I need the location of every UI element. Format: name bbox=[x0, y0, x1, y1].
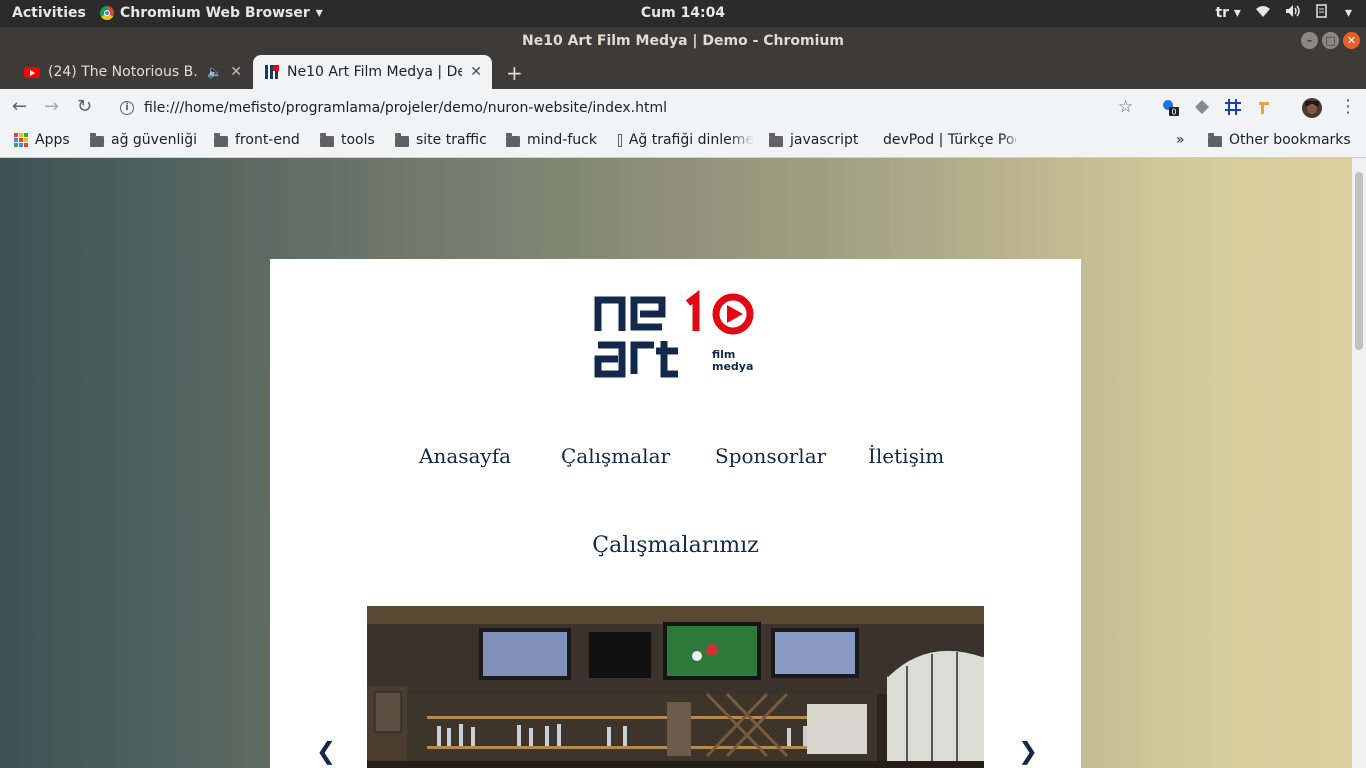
chevron-down-icon: ▾ bbox=[1344, 5, 1352, 21]
speaker-icon[interactable]: 🔈 bbox=[207, 65, 222, 79]
volume-icon bbox=[1285, 4, 1301, 22]
nav-iletisim[interactable]: İletişim bbox=[868, 444, 944, 468]
bookmark-folder-javascript[interactable]: javascript bbox=[769, 132, 858, 148]
apps-grid-icon bbox=[14, 133, 28, 147]
bookmarks-overflow-button[interactable]: » bbox=[1176, 132, 1185, 148]
window-title: Ne10 Art Film Medya | Demo - Chromium bbox=[522, 33, 844, 49]
system-menu-icon bbox=[1315, 4, 1331, 22]
close-tab-button[interactable]: ✕ bbox=[470, 64, 482, 80]
address-bar[interactable]: i file:///home/mefisto/programlama/proje… bbox=[108, 92, 1148, 123]
chevron-down-icon: ▾ bbox=[315, 5, 323, 21]
clock[interactable]: Cum 14:04 bbox=[641, 5, 725, 21]
ne10-logo[interactable]: film medya bbox=[592, 289, 762, 381]
bookmark-label: devPod | Türkçe Pod bbox=[883, 132, 1016, 148]
folder-icon bbox=[395, 132, 409, 147]
browser-toolbar: ← → ↻ i file:///home/mefisto/programlama… bbox=[0, 89, 1366, 126]
bookmark-label: tools bbox=[341, 132, 375, 148]
back-arrow-icon[interactable]: ← bbox=[12, 96, 27, 117]
bookmark-label: Other bookmarks bbox=[1229, 132, 1351, 148]
bookmark-folder-site-traffic[interactable]: site traffic bbox=[395, 132, 487, 148]
section-title: Çalışmalarımız bbox=[592, 533, 759, 558]
window-controls: – □ ✕ bbox=[1301, 32, 1360, 49]
bookmark-label: front-end bbox=[235, 132, 300, 148]
system-tray[interactable]: tr ▾ ▾ bbox=[1215, 4, 1352, 22]
page-icon bbox=[618, 133, 622, 147]
bookmark-star-icon[interactable]: ☆ bbox=[1118, 97, 1133, 117]
layers-extension-icon[interactable] bbox=[1193, 98, 1211, 116]
maximize-button[interactable]: □ bbox=[1322, 32, 1339, 49]
minimize-button[interactable]: – bbox=[1301, 32, 1318, 49]
bookmark-ag-trafigi[interactable]: Ağ trafiği dinleme bbox=[618, 132, 754, 148]
gnome-top-bar: Activities Chromium Web Browser ▾ Cum 14… bbox=[0, 0, 1366, 27]
app-menu[interactable]: Chromium Web Browser ▾ bbox=[100, 5, 323, 21]
bookmark-label: mind-fuck bbox=[527, 132, 597, 148]
bookmark-folder-front-end[interactable]: front-end bbox=[214, 132, 300, 148]
grid-extension-icon[interactable] bbox=[1224, 98, 1242, 116]
bookmark-label: Apps bbox=[35, 132, 70, 148]
nav-calismalar[interactable]: Çalışmalar bbox=[561, 444, 670, 468]
extension-badge-icon[interactable]: 0 bbox=[1161, 98, 1179, 117]
logo-sub-medya: medya bbox=[712, 360, 753, 373]
chromium-icon bbox=[100, 6, 114, 20]
folder-icon bbox=[90, 132, 104, 147]
tool-extension-icon[interactable] bbox=[1256, 98, 1274, 116]
bookmark-apps[interactable]: Apps bbox=[14, 132, 70, 148]
tab-label: (24) The Notorious B.I.G. bbox=[48, 64, 199, 80]
close-window-button[interactable]: ✕ bbox=[1343, 32, 1360, 49]
tab-ne10[interactable]: Ne10 Art Film Medya | Demo ✕ bbox=[253, 55, 492, 89]
wifi-icon bbox=[1255, 4, 1271, 22]
bookmark-folder-ag-guvenligi[interactable]: ağ güvenliği bbox=[90, 132, 197, 148]
page-viewport: film medya Anasayfa Çalışmalar Sponsorla… bbox=[0, 158, 1352, 768]
bookmark-label: javascript bbox=[790, 132, 859, 148]
folder-icon bbox=[506, 132, 520, 147]
folder-icon bbox=[214, 132, 228, 147]
info-icon[interactable]: i bbox=[120, 100, 134, 115]
tab-strip: (24) The Notorious B.I.G. 🔈 ✕ Ne10 Art F… bbox=[0, 55, 1366, 89]
close-tab-button[interactable]: ✕ bbox=[230, 64, 242, 80]
bookmark-folder-mind-fuck[interactable]: mind-fuck bbox=[506, 132, 597, 148]
folder-icon bbox=[1208, 132, 1222, 147]
app-menu-label: Chromium Web Browser bbox=[120, 5, 310, 21]
new-tab-button[interactable]: + bbox=[506, 61, 523, 85]
slider-prev-button[interactable]: ❮ bbox=[316, 737, 336, 765]
reload-icon[interactable]: ↻ bbox=[77, 96, 92, 117]
bookmarks-bar: Apps ağ güvenliği front-end tools site t… bbox=[0, 126, 1366, 158]
nav-sponsorlar[interactable]: Sponsorlar bbox=[715, 444, 826, 468]
scrollbar-thumb[interactable] bbox=[1355, 172, 1363, 350]
url-text[interactable]: file:///home/mefisto/programlama/projele… bbox=[144, 100, 667, 116]
tab-youtube[interactable]: (24) The Notorious B.I.G. 🔈 ✕ bbox=[12, 55, 252, 89]
keyboard-layout[interactable]: tr ▾ bbox=[1215, 5, 1241, 21]
bookmark-folder-tools[interactable]: tools bbox=[320, 132, 375, 148]
activities-button[interactable]: Activities bbox=[12, 5, 86, 21]
other-bookmarks[interactable]: Other bookmarks bbox=[1208, 132, 1351, 148]
avatar[interactable] bbox=[1302, 98, 1322, 118]
forward-arrow-icon[interactable]: → bbox=[44, 96, 59, 117]
slider-next-button[interactable]: ❯ bbox=[1018, 737, 1038, 765]
slider-image bbox=[367, 606, 984, 768]
folder-icon bbox=[320, 132, 334, 147]
page-scrollbar[interactable] bbox=[1352, 158, 1366, 768]
bookmark-label: site traffic bbox=[416, 132, 487, 148]
ne10-favicon bbox=[265, 65, 279, 79]
content-card: film medya Anasayfa Çalışmalar Sponsorla… bbox=[270, 259, 1081, 768]
tab-label: Ne10 Art Film Medya | Demo bbox=[287, 64, 463, 80]
bookmark-devpod[interactable]: devPod | Türkçe Pod bbox=[876, 132, 1016, 148]
youtube-icon bbox=[24, 66, 40, 78]
bookmark-label: ağ güvenliği bbox=[111, 132, 198, 148]
menu-kebab-icon[interactable]: ⋮ bbox=[1339, 96, 1357, 117]
nav-anasayfa[interactable]: Anasayfa bbox=[419, 444, 511, 468]
bookmark-label: Ağ trafiği dinleme bbox=[628, 132, 754, 148]
svg-text:0: 0 bbox=[1171, 108, 1176, 117]
folder-icon bbox=[769, 132, 783, 147]
window-title-bar: Ne10 Art Film Medya | Demo - Chromium – … bbox=[0, 27, 1366, 55]
